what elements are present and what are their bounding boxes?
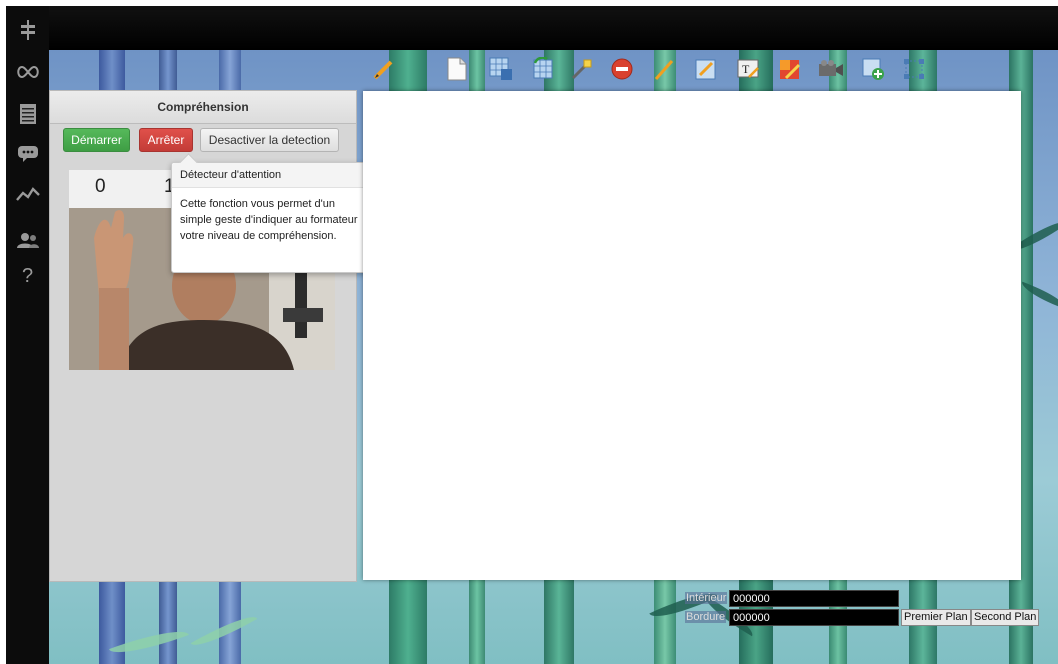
counter-left-value: 0 <box>95 176 106 197</box>
camera-icon[interactable] <box>818 56 844 82</box>
stop-button[interactable]: Arrêter <box>139 128 193 152</box>
whiteboard-canvas[interactable] <box>363 91 1021 580</box>
grid-save-icon[interactable] <box>488 56 514 82</box>
selection-icon[interactable] <box>901 56 927 82</box>
magic-wand-icon[interactable] <box>569 56 595 82</box>
pencil-icon[interactable] <box>371 56 397 82</box>
grid-rotate-icon[interactable] <box>530 56 556 82</box>
users-icon[interactable] <box>14 228 41 252</box>
interior-color-label: Intérieur <box>685 592 728 604</box>
activity-chart-icon[interactable] <box>14 182 41 206</box>
border-color-input[interactable]: 000000 <box>729 609 899 626</box>
panel-title: Compréhension <box>50 91 356 124</box>
background-button[interactable]: Second Plan <box>971 609 1040 626</box>
draw-icon[interactable] <box>777 56 803 82</box>
signpost-icon[interactable] <box>14 18 41 42</box>
stop-icon[interactable] <box>609 56 635 82</box>
toggle-detection-button[interactable]: Desactiver la detection <box>200 128 339 152</box>
top-bar <box>6 6 1058 50</box>
border-color-label: Bordure <box>685 611 727 623</box>
line-icon[interactable] <box>651 56 677 82</box>
tooltip-title: Détecteur d'attention <box>172 163 369 188</box>
page-icon[interactable] <box>444 56 470 82</box>
text-icon[interactable]: T <box>735 56 761 82</box>
edit-box-icon[interactable] <box>693 56 719 82</box>
help-icon[interactable]: ? <box>14 264 41 288</box>
attention-detector-tooltip: Détecteur d'attention Cette fonction vou… <box>171 153 370 273</box>
chat-icon[interactable] <box>14 142 41 166</box>
start-button[interactable]: Démarrer <box>63 128 130 152</box>
foreground-button[interactable]: Premier Plan <box>901 609 971 626</box>
svg-text:T: T <box>742 62 750 76</box>
infinity-icon[interactable] <box>14 60 41 84</box>
left-sidebar: ? <box>6 6 49 664</box>
tooltip-body: Cette fonction vous permet d'un simple g… <box>180 198 358 242</box>
add-image-icon[interactable] <box>860 56 886 82</box>
interior-color-input[interactable]: 000000 <box>729 590 899 607</box>
list-icon[interactable] <box>14 102 41 126</box>
